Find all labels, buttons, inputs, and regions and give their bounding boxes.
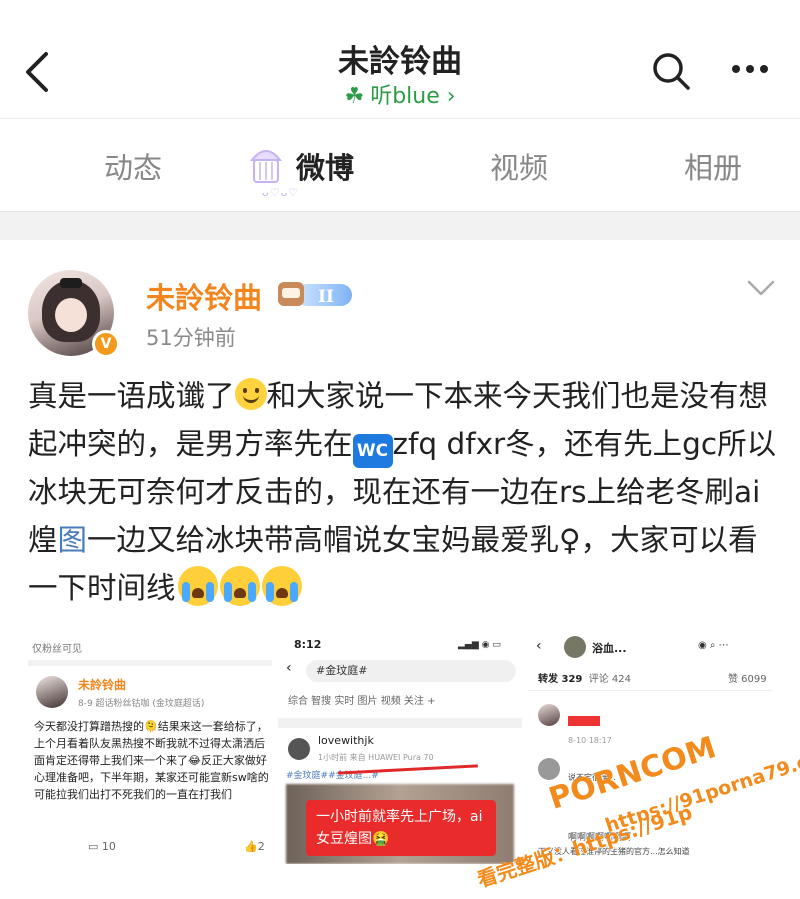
cupcake-decoration-icon <box>249 150 283 183</box>
post-content: 真是一语成谶了 和大家说一下本来今天我们也是没有想起冲突的，是男方率先在 WC zfq… <box>28 372 778 612</box>
crying-emoji-icon <box>177 566 218 606</box>
chevron-right-icon: › <box>439 84 456 109</box>
search-input: #金玟庭# <box>306 660 516 682</box>
fans-only-label: 仅粉丝可见 <box>32 644 82 655</box>
back-icon: ‹ <box>286 660 292 676</box>
crying-emoji-icon <box>219 566 260 606</box>
avatar <box>538 704 560 726</box>
section-divider <box>0 212 800 240</box>
thumb-text: 今天都没打算蹭热搜的🫠结果来这一套给标了，上个月看着队友黑热搜不断我就不过得太潇… <box>34 720 269 801</box>
wc-icon: WC <box>352 434 393 468</box>
more-icon[interactable] <box>728 54 772 84</box>
level-text: II <box>318 287 334 307</box>
search-tabs: 综合 智搜 实时 图片 视频 关注 + <box>288 696 436 707</box>
chevron-down-icon[interactable] <box>746 278 776 298</box>
profile-tabs: 动态 微博 视频 相册 <box>0 118 800 212</box>
sos-sticker <box>568 716 600 726</box>
post-text-4: 一边又给冰块带高帽说女宝妈最爱乳♀，大家可以看一下时间线 <box>28 523 758 605</box>
post-text-1: 真是一语成谶了 <box>28 379 235 413</box>
thumb-author-name: 浴血... <box>592 642 627 655</box>
comment-count: ▭ 10 <box>88 840 116 853</box>
avatar <box>538 758 560 780</box>
tab-decoration-text: ᴗ♡ᴗ♡ <box>262 186 300 199</box>
post-image-1[interactable]: 仅粉丝可见 未詅铃曲 8-9 超话粉丝钴咖 (金玟庭超话) 今天都没打算蹭热搜的… <box>28 634 272 864</box>
avatar <box>288 738 310 760</box>
avatar <box>36 676 68 708</box>
status-time: 8:12 <box>294 638 322 651</box>
author-name[interactable]: 未詅铃曲 <box>146 275 262 317</box>
red-underline <box>337 764 479 778</box>
search-icon[interactable] <box>650 50 692 92</box>
status-icons: ▂▄▆ ◉ ▭ <box>458 640 501 650</box>
verified-badge: V <box>92 330 120 358</box>
red-callout: 一小时前就率先上广场，ai女豆煌图🤮 <box>306 800 496 856</box>
image-link[interactable]: 图 <box>58 523 88 557</box>
thumb-meta: 1小时前 来自 HUAWEI Pura 70 <box>318 753 434 762</box>
clover-icon: ☘ <box>344 84 365 109</box>
back-icon: ‹ <box>536 638 542 654</box>
post-time: 51分钟前 <box>146 326 236 350</box>
smile-emoji-icon <box>234 378 267 410</box>
avatar <box>564 636 586 658</box>
crying-emoji-icon <box>261 566 302 606</box>
tab-dynamics[interactable]: 动态 <box>104 145 162 187</box>
tab-weibo[interactable]: 微博 <box>296 145 354 187</box>
thumb-meta: 8-9 超话粉丝钴咖 (金玟庭超话) <box>78 699 205 709</box>
timestamp: 8-10 18:17 <box>568 736 612 745</box>
thumb-user: lovewithjk <box>318 734 374 747</box>
repost-tabs: 转发 329 评论 424 <box>538 674 631 685</box>
tab-album[interactable]: 相册 <box>684 145 742 187</box>
tab-video[interactable]: 视频 <box>490 145 548 187</box>
toolbar-icons: ◉ ⌕ ⋯ <box>698 640 729 651</box>
like-count: 👍2 <box>244 840 265 853</box>
like-count: 赞 6099 <box>728 674 767 685</box>
thumb-author-name: 未詅铃曲 <box>78 678 127 692</box>
top-bar: 未詅铃曲 ☘ 听blue › <box>0 0 800 118</box>
member-level-badge-icon: II <box>278 282 352 307</box>
music-status-text: 听blue <box>370 84 440 109</box>
post-image-2[interactable]: 8:12 ▂▄▆ ◉ ▭ ‹ #金玟庭# 综合 智搜 实时 图片 视频 关注 +… <box>278 634 522 864</box>
